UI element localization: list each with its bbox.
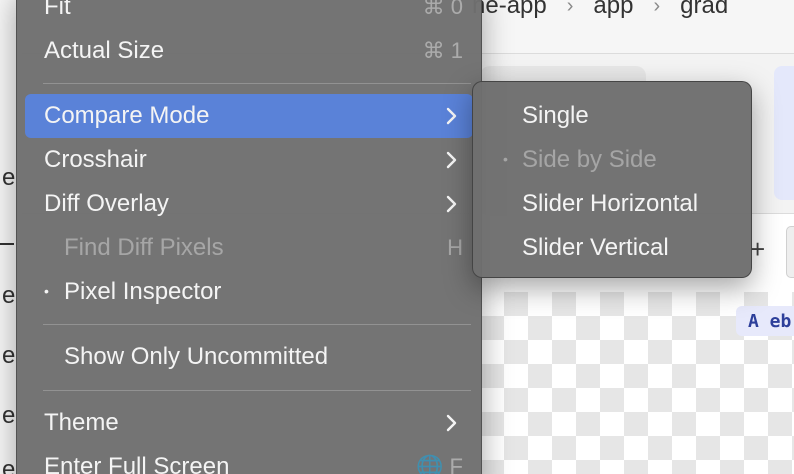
submenu-item-label: Single xyxy=(522,102,589,129)
shortcut-label: H xyxy=(447,235,463,260)
left-text-fragment: e xyxy=(2,402,16,429)
shortcut-label: ⌘ 0 xyxy=(422,0,463,19)
menu-item-theme[interactable]: Theme xyxy=(25,404,473,442)
breadcrumb-separator-icon: › xyxy=(566,0,574,17)
control-box[interactable] xyxy=(786,226,794,278)
menu-item-label: Fit xyxy=(44,0,71,20)
add-icon[interactable]: + xyxy=(750,234,765,265)
breadcrumb-item[interactable]: ne-app xyxy=(472,0,547,20)
submenu-item-slider-horizontal[interactable]: Slider Horizontal xyxy=(481,183,745,221)
side-panel[interactable] xyxy=(774,66,794,200)
view-menu: Fit ⌘ 0 Actual Size ⌘ 1 Compare Mode Cro… xyxy=(16,0,482,474)
submenu-item-slider-vertical[interactable]: Slider Vertical xyxy=(481,227,745,265)
left-text-fragment: e xyxy=(2,164,16,191)
checkmark-dot-icon: • xyxy=(503,151,508,167)
menu-item-show-only-uncommitted[interactable]: Show Only Uncommitted xyxy=(25,338,473,376)
submenu-item-label: Slider Vertical xyxy=(522,234,669,261)
menu-item-label: Theme xyxy=(44,409,119,436)
submenu-item-label: Side by Side xyxy=(522,146,657,173)
menu-item-label: Show Only Uncommitted xyxy=(64,343,329,370)
chevron-right-icon xyxy=(446,414,457,432)
menu-item-label: Pixel Inspector xyxy=(64,278,222,305)
menu-separator xyxy=(43,83,471,84)
menu-item-label: Compare Mode xyxy=(44,102,210,129)
breadcrumb: ne-app › app › grad xyxy=(472,0,728,24)
shortcut-label: 🌐 F xyxy=(416,454,463,474)
menu-item-label: Diff Overlay xyxy=(44,190,169,217)
menu-item-diff-overlay[interactable]: Diff Overlay xyxy=(25,185,473,223)
menu-item-compare-mode[interactable]: Compare Mode xyxy=(25,94,473,138)
submenu-item-side-by-side[interactable]: • Side by Side xyxy=(481,139,745,177)
menu-item-fit[interactable]: Fit ⌘ 0 xyxy=(25,0,473,26)
left-text-fragment: e xyxy=(2,282,16,309)
checkmark-dot-icon: • xyxy=(44,283,49,299)
menu-separator xyxy=(43,324,471,325)
chevron-right-icon xyxy=(446,151,457,169)
chevron-right-icon xyxy=(446,107,457,125)
menu-item-pixel-inspector[interactable]: • Pixel Inspector xyxy=(25,273,473,311)
menu-separator xyxy=(43,390,471,391)
submenu-item-single[interactable]: Single xyxy=(481,95,745,133)
breadcrumb-separator-icon: › xyxy=(653,0,661,17)
compare-mode-submenu: Single • Side by Side Slider Horizontal … xyxy=(472,81,752,278)
menu-item-label: Enter Full Screen xyxy=(44,453,230,474)
menu-item-find-diff-pixels[interactable]: Find Diff Pixels H xyxy=(25,229,473,267)
left-text-fragment: e xyxy=(2,456,16,474)
label-badge: A eb xyxy=(736,306,794,336)
submenu-item-label: Slider Horizontal xyxy=(522,190,699,217)
left-text-fragment: e xyxy=(2,342,16,369)
breadcrumb-item[interactable]: app xyxy=(593,0,633,20)
menu-item-crosshair[interactable]: Crosshair xyxy=(25,141,473,179)
shortcut-label: ⌘ 1 xyxy=(422,38,463,63)
chevron-right-icon xyxy=(446,195,457,213)
menu-item-actual-size[interactable]: Actual Size ⌘ 1 xyxy=(25,32,473,70)
menu-item-label: Actual Size xyxy=(44,37,165,64)
menu-item-label: Find Diff Pixels xyxy=(64,234,224,261)
left-divider xyxy=(0,243,14,245)
menu-item-label: Crosshair xyxy=(44,146,147,173)
menu-item-enter-full-screen[interactable]: Enter Full Screen 🌐 F xyxy=(25,448,473,474)
breadcrumb-item[interactable]: grad xyxy=(680,0,728,20)
